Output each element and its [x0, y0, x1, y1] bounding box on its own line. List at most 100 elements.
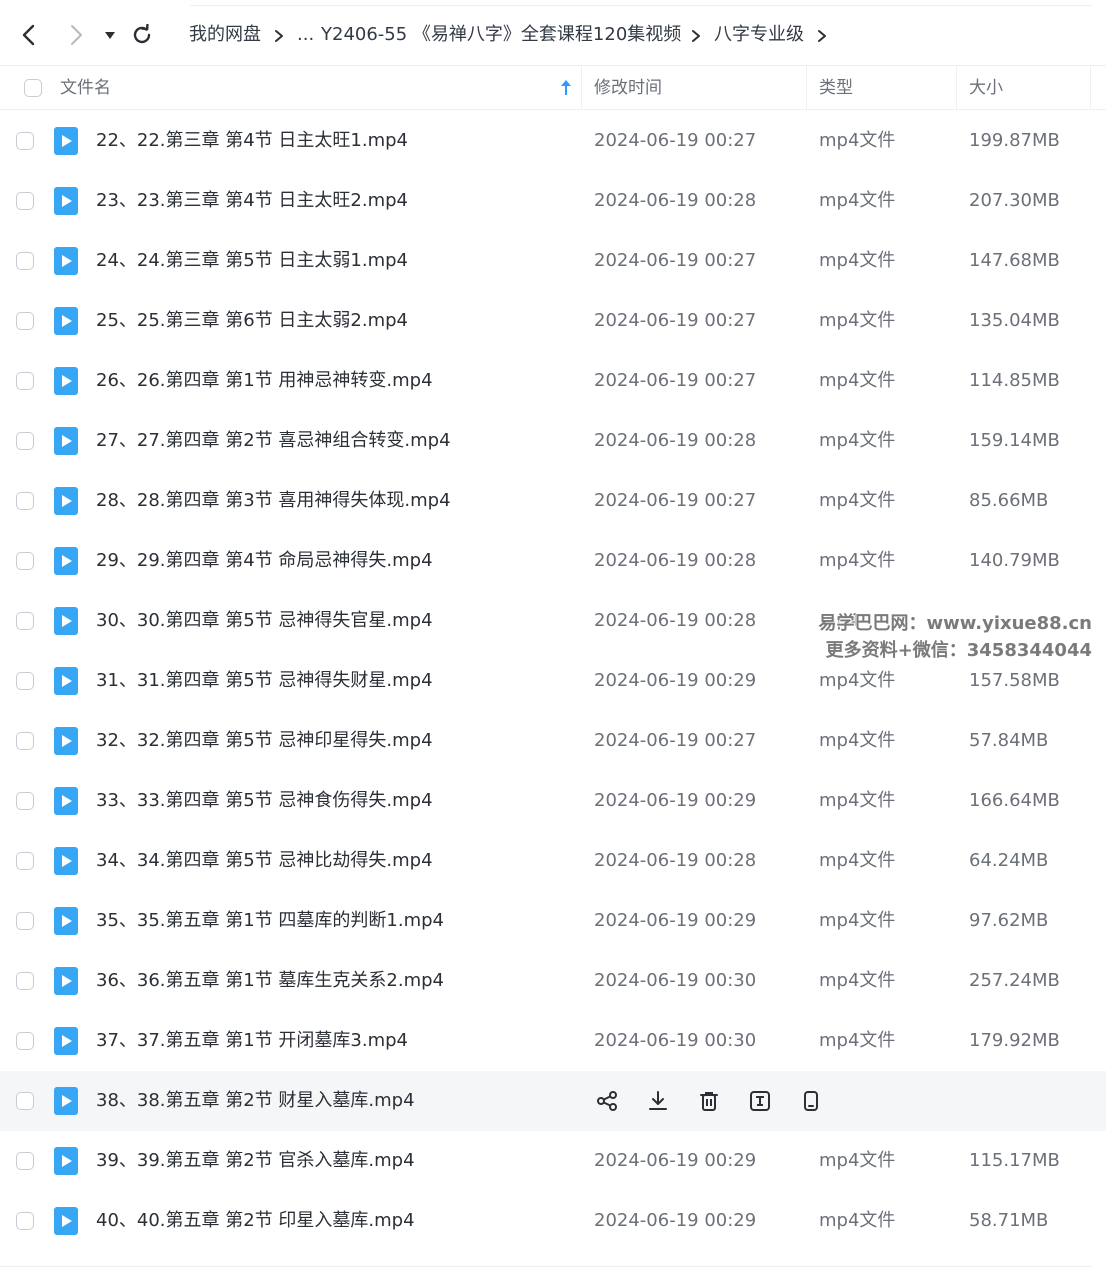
column-header-name[interactable]: 文件名 [60, 66, 111, 110]
row-checkbox[interactable] [16, 1212, 34, 1230]
share-button[interactable] [594, 1088, 620, 1114]
file-name[interactable]: 35、35.第五章 第1节 四墓库的判断1.mp4 [96, 891, 444, 951]
video-file-icon [54, 367, 78, 395]
back-button[interactable] [14, 20, 44, 50]
column-header-type[interactable]: 类型 [819, 66, 853, 110]
file-row[interactable]: 40、40.第五章 第2节 印星入墓库.mp4 2024-06-19 00:29 m… [0, 1191, 1106, 1251]
file-row[interactable]: 25、25.第三章 第6节 日主太弱2.mp4 2024-06-19 00:27 m… [0, 291, 1106, 351]
file-name[interactable]: 32、32.第四章 第5节 忌神印星得失.mp4 [96, 711, 433, 771]
row-checkbox[interactable] [16, 252, 34, 270]
file-row[interactable]: 34、34.第四章 第5节 忌神比劫得失.mp4 2024-06-19 00:28… [0, 831, 1106, 891]
video-file-icon [54, 667, 78, 695]
file-size: 199.87MB [969, 130, 1060, 151]
row-checkbox[interactable] [16, 972, 34, 990]
file-row[interactable]: 32、32.第四章 第5节 忌神印星得失.mp4 2024-06-19 00:27… [0, 711, 1106, 771]
history-dropdown-button[interactable] [97, 20, 123, 50]
file-row[interactable]: 28、28.第四章 第3节 喜用神得失体现.mp4 2024-06-19 00:2… [0, 471, 1106, 531]
file-name[interactable]: 40、40.第五章 第2节 印星入墓库.mp4 [96, 1191, 415, 1251]
breadcrumb-separator-icon [272, 26, 286, 46]
file-type: mp4文件 [819, 490, 896, 511]
file-row[interactable]: 23、23.第三章 第4节 日主太旺2.mp4 2024-06-19 00:28 m… [0, 171, 1106, 231]
file-modified-time: 2024-06-19 00:29 [594, 1150, 757, 1171]
file-modified-time: 2024-06-19 00:28 [594, 430, 757, 451]
row-checkbox[interactable] [16, 912, 34, 930]
file-name[interactable]: 33、33.第四章 第5节 忌神食伤得失.mp4 [96, 771, 433, 831]
sort-ascending-icon[interactable] [560, 79, 572, 101]
file-modified-time: 2024-06-19 00:27 [594, 310, 757, 331]
row-checkbox[interactable] [16, 612, 34, 630]
file-modified-time: 2024-06-19 00:28 [594, 850, 757, 871]
breadcrumb-ellipsis[interactable]: ... [297, 22, 314, 48]
file-row[interactable]: 27、27.第四章 第2节 喜忌神组合转变.mp4 2024-06-19 00:2… [0, 411, 1106, 471]
send-to-phone-button[interactable] [798, 1088, 824, 1114]
row-checkbox[interactable] [16, 732, 34, 750]
video-file-icon [54, 1087, 78, 1115]
file-name[interactable]: 25、25.第三章 第6节 日主太弱2.mp4 [96, 291, 408, 351]
row-checkbox[interactable] [16, 1152, 34, 1170]
file-row[interactable]: 39、39.第五章 第2节 官杀入墓库.mp4 2024-06-19 00:29 m… [0, 1131, 1106, 1191]
row-checkbox[interactable] [16, 432, 34, 450]
column-header-size[interactable]: 大小 [969, 66, 1003, 110]
row-checkbox[interactable] [16, 672, 34, 690]
file-row[interactable]: 24、24.第三章 第5节 日主太弱1.mp4 2024-06-19 00:27 m… [0, 231, 1106, 291]
delete-button[interactable] [696, 1088, 722, 1114]
column-divider[interactable] [806, 66, 807, 110]
file-name[interactable]: 31、31.第四章 第5节 忌神得失财星.mp4 [96, 651, 433, 711]
file-name[interactable]: 23、23.第三章 第4节 日主太旺2.mp4 [96, 171, 408, 231]
file-name[interactable]: 27、27.第四章 第2节 喜忌神组合转变.mp4 [96, 411, 451, 471]
breadcrumb-root[interactable]: 我的网盘 [189, 22, 261, 48]
file-type: mp4文件 [819, 310, 896, 331]
video-file-icon [54, 907, 78, 935]
refresh-button[interactable] [127, 20, 157, 50]
file-name[interactable]: 34、34.第四章 第5节 忌神比劫得失.mp4 [96, 831, 433, 891]
column-divider[interactable] [581, 66, 582, 110]
file-name[interactable]: 39、39.第五章 第2节 官杀入墓库.mp4 [96, 1131, 415, 1191]
file-row[interactable]: 38、38.第五章 第2节 财星入墓库.mp4 [0, 1071, 1106, 1131]
file-row[interactable]: 36、36.第五章 第1节 墓库生克关系2.mp4 2024-06-19 00:3… [0, 951, 1106, 1011]
row-checkbox[interactable] [16, 492, 34, 510]
video-file-icon [54, 787, 78, 815]
select-all-checkbox[interactable] [24, 79, 42, 97]
file-size: 159.14MB [969, 430, 1060, 451]
file-size: 166.64MB [969, 790, 1060, 811]
file-row[interactable]: 35、35.第五章 第1节 四墓库的判断1.mp4 2024-06-19 00:2… [0, 891, 1106, 951]
file-name[interactable]: 28、28.第四章 第3节 喜用神得失体现.mp4 [96, 471, 451, 531]
breadcrumb-folder[interactable]: Y2406-55 《易禅八字》全套课程120集视频 [321, 22, 681, 48]
file-modified-time: 2024-06-19 00:28 [594, 550, 757, 571]
rename-button[interactable] [747, 1088, 773, 1114]
row-checkbox[interactable] [16, 552, 34, 570]
row-checkbox[interactable] [16, 372, 34, 390]
video-file-icon [54, 1147, 78, 1175]
file-name[interactable]: 37、37.第五章 第1节 开闭墓库3.mp4 [96, 1011, 408, 1071]
forward-button[interactable] [61, 20, 91, 50]
file-type: mp4文件 [819, 1210, 896, 1231]
column-header-modified[interactable]: 修改时间 [594, 66, 662, 110]
file-modified-time: 2024-06-19 00:27 [594, 490, 757, 511]
file-row[interactable]: 26、26.第四章 第1节 用神忌神转变.mp4 2024-06-19 00:27… [0, 351, 1106, 411]
file-name[interactable]: 26、26.第四章 第1节 用神忌神转变.mp4 [96, 351, 433, 411]
file-row[interactable]: 29、29.第四章 第4节 命局忌神得失.mp4 2024-06-19 00:28… [0, 531, 1106, 591]
file-row[interactable]: 37、37.第五章 第1节 开闭墓库3.mp4 2024-06-19 00:30 m… [0, 1011, 1106, 1071]
file-modified-time: 2024-06-19 00:30 [594, 1030, 757, 1051]
file-name[interactable]: 29、29.第四章 第4节 命局忌神得失.mp4 [96, 531, 433, 591]
file-name[interactable]: 22、22.第三章 第4节 日主太旺1.mp4 [96, 111, 408, 171]
file-name[interactable]: 30、30.第四章 第5节 忌神得失官星.mp4 [96, 591, 433, 651]
column-divider[interactable] [956, 66, 957, 110]
row-checkbox[interactable] [16, 852, 34, 870]
file-row[interactable]: 33、33.第四章 第5节 忌神食伤得失.mp4 2024-06-19 00:29… [0, 771, 1106, 831]
file-name[interactable]: 36、36.第五章 第1节 墓库生克关系2.mp4 [96, 951, 444, 1011]
file-row[interactable]: 22、22.第三章 第4节 日主太旺1.mp4 2024-06-19 00:27 m… [0, 111, 1106, 171]
file-name[interactable]: 24、24.第三章 第5节 日主太弱1.mp4 [96, 231, 408, 291]
row-checkbox[interactable] [16, 1032, 34, 1050]
file-name[interactable]: 38、38.第五章 第2节 财星入墓库.mp4 [96, 1071, 415, 1131]
row-checkbox[interactable] [16, 1092, 34, 1110]
row-checkbox[interactable] [16, 792, 34, 810]
row-checkbox[interactable] [16, 132, 34, 150]
column-divider[interactable] [1090, 66, 1091, 110]
video-file-icon [54, 487, 78, 515]
file-size: 114.85MB [969, 370, 1060, 391]
row-checkbox[interactable] [16, 192, 34, 210]
file-modified-time: 2024-06-19 00:29 [594, 910, 757, 931]
download-button[interactable] [645, 1088, 671, 1114]
row-checkbox[interactable] [16, 312, 34, 330]
